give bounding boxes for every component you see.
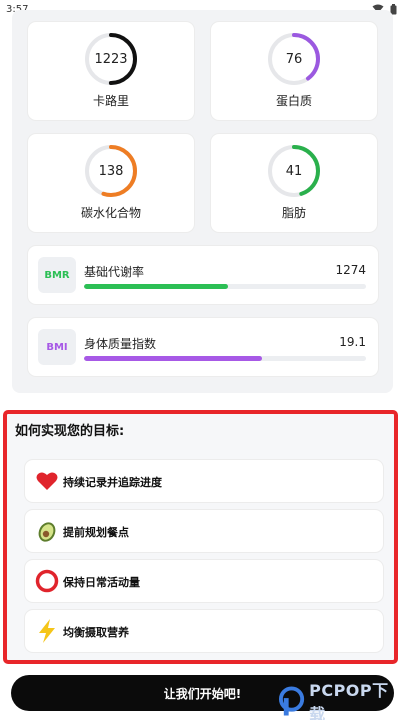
fat-label: 脂肪 bbox=[281, 206, 306, 220]
goals-title: 如何实现您的目标: bbox=[15, 424, 125, 439]
goals-section: 如何实现您的目标: 持续记录并追踪进度 提前规划餐点 保持日常活动量 均衡摄取营… bbox=[3, 410, 398, 664]
bmi-progress-fill bbox=[84, 356, 262, 361]
goal-item-track-progress[interactable]: 持续记录并追踪进度 bbox=[25, 460, 383, 502]
macro-card-fat: 41 脂肪 bbox=[211, 134, 377, 232]
goal-item-balanced-nutrition[interactable]: 均衡摄取营养 bbox=[25, 610, 383, 652]
bmi-progress-track bbox=[84, 356, 366, 361]
goal-text: 持续记录并追踪进度 bbox=[63, 476, 162, 489]
bmi-value: 19.1 bbox=[339, 335, 366, 349]
bmr-badge: BMR bbox=[38, 257, 76, 293]
macro-card-calories: 1223 卡路里 bbox=[28, 22, 194, 120]
avocado-icon bbox=[35, 519, 59, 543]
watermark-text: PCPOP下载 bbox=[309, 681, 389, 720]
watermark: PCPOP下载 bbox=[278, 681, 402, 720]
macro-card-protein: 76 蛋白质 bbox=[211, 22, 377, 120]
bmr-value: 1274 bbox=[335, 263, 366, 277]
macro-card-carbs: 138 碳水化合物 bbox=[28, 134, 194, 232]
goal-text: 提前规划餐点 bbox=[63, 526, 129, 539]
calories-label: 卡路里 bbox=[92, 94, 129, 108]
carbs-label: 碳水化合物 bbox=[80, 206, 141, 220]
goal-text: 均衡摄取营养 bbox=[63, 626, 129, 639]
pcpop-logo-icon bbox=[278, 686, 305, 716]
ring-icon bbox=[35, 569, 59, 593]
bmi-label: 身体质量指数 bbox=[84, 337, 157, 351]
fat-value: 41 bbox=[285, 163, 303, 179]
bmr-progress-track bbox=[84, 284, 366, 289]
bmr-label: 基础代谢率 bbox=[84, 265, 145, 279]
carbs-value: 138 bbox=[98, 163, 124, 179]
heart-icon bbox=[35, 469, 59, 493]
goal-item-plan-meals[interactable]: 提前规划餐点 bbox=[25, 510, 383, 552]
protein-value: 76 bbox=[285, 51, 303, 67]
goal-item-daily-activity[interactable]: 保持日常活动量 bbox=[25, 560, 383, 602]
protein-label: 蛋白质 bbox=[275, 94, 312, 108]
goal-text: 保持日常活动量 bbox=[63, 576, 140, 589]
bmr-progress-fill bbox=[84, 284, 228, 289]
calories-value: 1223 bbox=[94, 51, 128, 67]
lightning-icon bbox=[35, 619, 59, 643]
metric-card-bmi: BMI 身体质量指数 19.1 bbox=[28, 318, 378, 376]
metric-card-bmr: BMR 基础代谢率 1274 bbox=[28, 246, 378, 304]
bmi-badge: BMI bbox=[38, 329, 76, 365]
